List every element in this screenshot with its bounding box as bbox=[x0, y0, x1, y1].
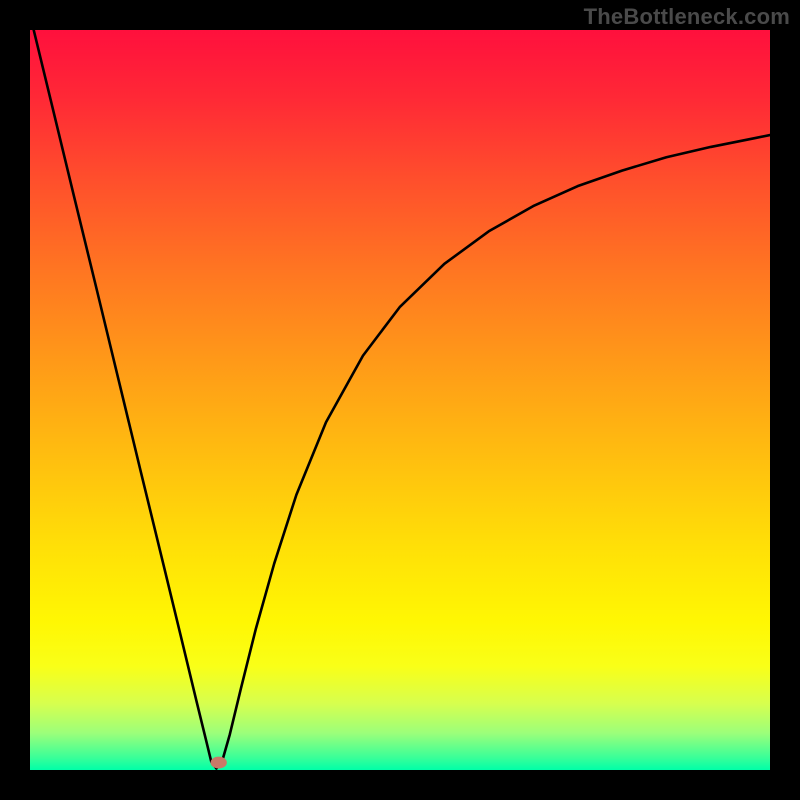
gradient-background bbox=[30, 30, 770, 770]
plot-frame bbox=[30, 30, 770, 770]
bottleneck-chart bbox=[30, 30, 770, 770]
attribution-label: TheBottleneck.com bbox=[584, 4, 790, 30]
optimal-marker bbox=[211, 757, 227, 769]
chart-stage: TheBottleneck.com bbox=[0, 0, 800, 800]
